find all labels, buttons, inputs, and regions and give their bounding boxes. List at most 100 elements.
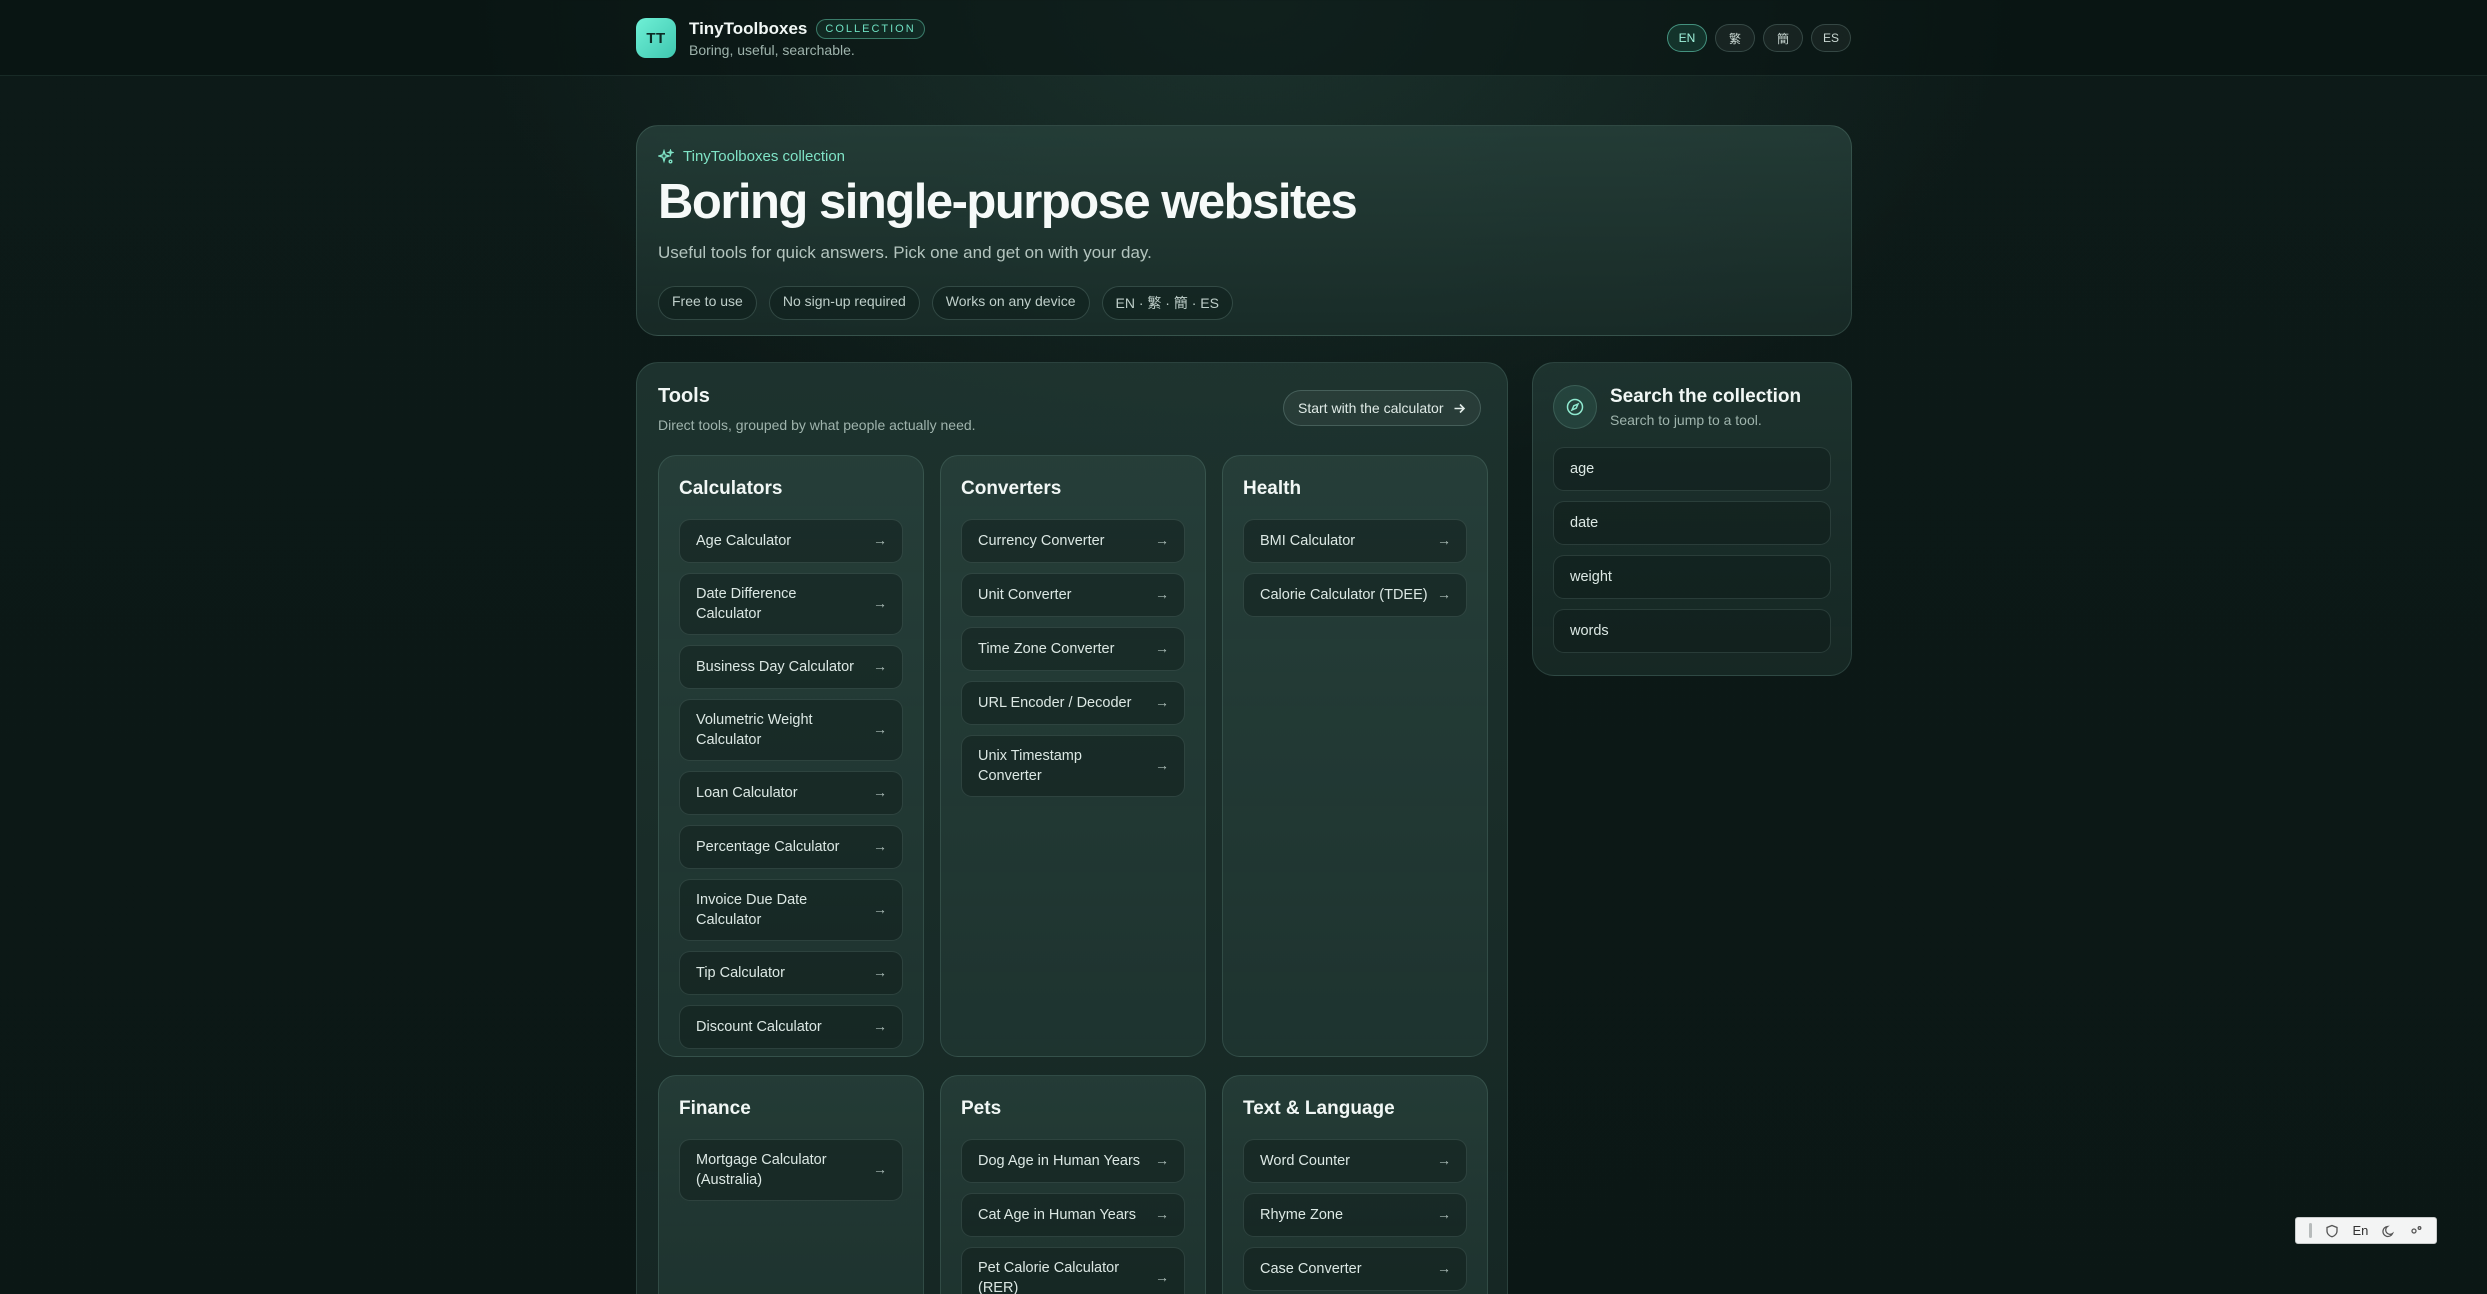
search-subtitle: Search to jump to a tool. — [1610, 412, 1762, 428]
tool-link-invoice-due-date-calculator[interactable]: Invoice Due Date Calculator → — [679, 879, 903, 941]
brand-logo: TT — [636, 18, 676, 58]
start-button-label: Start with the calculator — [1298, 400, 1444, 416]
search-suggestions: age date weight words — [1553, 447, 1831, 653]
arrow-right-icon: → — [1155, 640, 1169, 657]
arrow-right-icon: → — [873, 658, 887, 675]
arrow-right-icon: → — [1437, 1260, 1451, 1277]
tool-link-mortgage-calculator-australia[interactable]: Mortgage Calculator (Australia) → — [679, 1139, 903, 1201]
chip-free: Free to use — [658, 286, 757, 321]
tool-link-business-day-calculator[interactable]: Business Day Calculator → — [679, 645, 903, 689]
feature-chips: Free to use No sign-up required Works on… — [658, 286, 1830, 321]
drag-handle[interactable] — [2308, 1223, 2312, 1238]
arrow-right-icon: → — [873, 901, 887, 918]
tool-link-url-encoder-decoder[interactable]: URL Encoder / Decoder → — [961, 681, 1185, 725]
category-card-text-language: Text & Language Word Counter → Rhyme Zone… — [1222, 1075, 1488, 1294]
category-card-health: Health BMI Calculator → Calorie Calculato… — [1222, 455, 1488, 1057]
tool-link-dog-age[interactable]: Dog Age in Human Years → — [961, 1139, 1185, 1183]
arrow-right-icon: → — [873, 1018, 887, 1035]
search-suggestion-words[interactable]: words — [1553, 609, 1831, 653]
arrow-right-icon: → — [1437, 1206, 1451, 1223]
chip-any-device: Works on any device — [931, 286, 1090, 321]
collection-badge: COLLECTION — [816, 18, 925, 39]
hero-kicker-text: TinyToolboxes collection — [683, 148, 846, 165]
tool-link-unix-timestamp-converter[interactable]: Unix Timestamp Converter → — [961, 735, 1185, 797]
arrow-right-icon: → — [873, 721, 887, 738]
tool-link-tip-calculator[interactable]: Tip Calculator → — [679, 951, 903, 995]
brand-tagline: Boring, useful, searchable. — [689, 41, 855, 58]
chip-languages: EN · 繁 · 簡 · ES — [1101, 286, 1233, 321]
arrow-right-icon: → — [873, 595, 887, 612]
arrow-right-icon: → — [873, 784, 887, 801]
sparkles-icon — [658, 148, 674, 163]
category-title: Health — [1243, 478, 1302, 499]
arrow-right-icon: → — [1155, 757, 1169, 774]
tool-link-currency-converter[interactable]: Currency Converter → — [961, 519, 1185, 563]
tool-link-word-counter[interactable]: Word Counter → — [1243, 1139, 1467, 1183]
moon-icon[interactable] — [2382, 1224, 2396, 1238]
language-switcher: EN 繁 簡 ES — [1667, 24, 1851, 52]
hero-panel: TinyToolboxes collection Boring single-p… — [636, 125, 1852, 336]
tool-link-cat-age[interactable]: Cat Age in Human Years → — [961, 1193, 1185, 1237]
category-card-converters: Converters Currency Converter → Unit Conv… — [940, 455, 1206, 1057]
brand[interactable]: TT TinyToolboxes COLLECTION Boring, usef… — [636, 18, 925, 58]
arrow-right-icon: → — [1437, 586, 1451, 603]
tools-title: Tools — [658, 385, 710, 407]
brand-name: TinyToolboxes — [689, 18, 808, 38]
category-title: Finance — [679, 1098, 751, 1119]
page-title: Boring single-purpose websites — [658, 175, 1358, 229]
lang-button-zh-hant[interactable]: 繁 — [1715, 24, 1755, 52]
tool-link-discount-calculator[interactable]: Discount Calculator → — [679, 1005, 903, 1049]
arrow-right-icon — [1454, 403, 1465, 413]
shield-icon[interactable] — [2325, 1224, 2339, 1238]
arrow-right-icon: → — [1155, 1152, 1169, 1169]
category-title: Converters — [961, 478, 1062, 499]
lang-button-zh-hans[interactable]: 簡 — [1763, 24, 1803, 52]
category-title: Pets — [961, 1098, 1002, 1119]
lang-button-en[interactable]: EN — [1667, 24, 1707, 52]
hero-subtitle: Useful tools for quick answers. Pick one… — [658, 243, 1152, 263]
tool-link-loan-calculator[interactable]: Loan Calculator → — [679, 771, 903, 815]
search-suggestion-date[interactable]: date — [1553, 501, 1831, 545]
tool-link-case-converter[interactable]: Case Converter → — [1243, 1247, 1467, 1291]
search-title: Search the collection — [1610, 386, 1802, 407]
tool-link-rhyme-zone[interactable]: Rhyme Zone → — [1243, 1193, 1467, 1237]
arrow-right-icon: → — [873, 838, 887, 855]
start-with-calculator-button[interactable]: Start with the calculator — [1283, 390, 1481, 426]
input-language-label[interactable]: En — [2353, 1223, 2369, 1238]
floating-input-toolbar: En — [2295, 1217, 2437, 1244]
tool-link-percentage-calculator[interactable]: Percentage Calculator → — [679, 825, 903, 869]
arrow-right-icon: → — [1155, 586, 1169, 603]
compass-icon — [1553, 385, 1597, 429]
arrow-right-icon: → — [873, 964, 887, 981]
hero-kicker: TinyToolboxes collection — [658, 148, 1830, 165]
arrow-right-icon: → — [1437, 532, 1451, 549]
arrow-right-icon: → — [873, 532, 887, 549]
search-suggestion-age[interactable]: age — [1553, 447, 1831, 491]
chip-no-signup: No sign-up required — [768, 286, 920, 321]
tool-link-age-calculator[interactable]: Age Calculator → — [679, 519, 903, 563]
arrow-right-icon: → — [1155, 1206, 1169, 1223]
tools-subtitle: Direct tools, grouped by what people act… — [658, 417, 976, 433]
tool-link-time-zone-converter[interactable]: Time Zone Converter → — [961, 627, 1185, 671]
tool-link-pet-calorie-calculator[interactable]: Pet Calorie Calculator (RER) → — [961, 1247, 1185, 1294]
category-title: Calculators — [679, 478, 783, 499]
arrow-right-icon: → — [1155, 1269, 1169, 1286]
search-panel: Search the collection Search to jump to … — [1532, 362, 1852, 676]
tool-link-volumetric-weight-calculator[interactable]: Volumetric Weight Calculator → — [679, 699, 903, 761]
arrow-right-icon: → — [1155, 532, 1169, 549]
category-card-calculators: Calculators Age Calculator → Date Differe… — [658, 455, 924, 1057]
settings-icon[interactable] — [2409, 1224, 2423, 1238]
tools-panel: Tools Direct tools, grouped by what peop… — [636, 362, 1508, 1294]
top-bar: TT TinyToolboxes COLLECTION Boring, usef… — [0, 0, 2487, 76]
category-card-finance: Finance Mortgage Calculator (Australia) → — [658, 1075, 924, 1294]
tool-link-unit-converter[interactable]: Unit Converter → — [961, 573, 1185, 617]
lang-button-es[interactable]: ES — [1811, 24, 1851, 52]
arrow-right-icon: → — [1155, 694, 1169, 711]
category-card-pets: Pets Dog Age in Human Years → Cat Age in … — [940, 1075, 1206, 1294]
tool-link-calorie-calculator-tdee[interactable]: Calorie Calculator (TDEE) → — [1243, 573, 1467, 617]
tool-link-date-difference-calculator[interactable]: Date Difference Calculator → — [679, 573, 903, 635]
arrow-right-icon: → — [1437, 1152, 1451, 1169]
search-suggestion-weight[interactable]: weight — [1553, 555, 1831, 599]
tool-link-bmi-calculator[interactable]: BMI Calculator → — [1243, 519, 1467, 563]
category-title: Text & Language — [1243, 1098, 1395, 1119]
